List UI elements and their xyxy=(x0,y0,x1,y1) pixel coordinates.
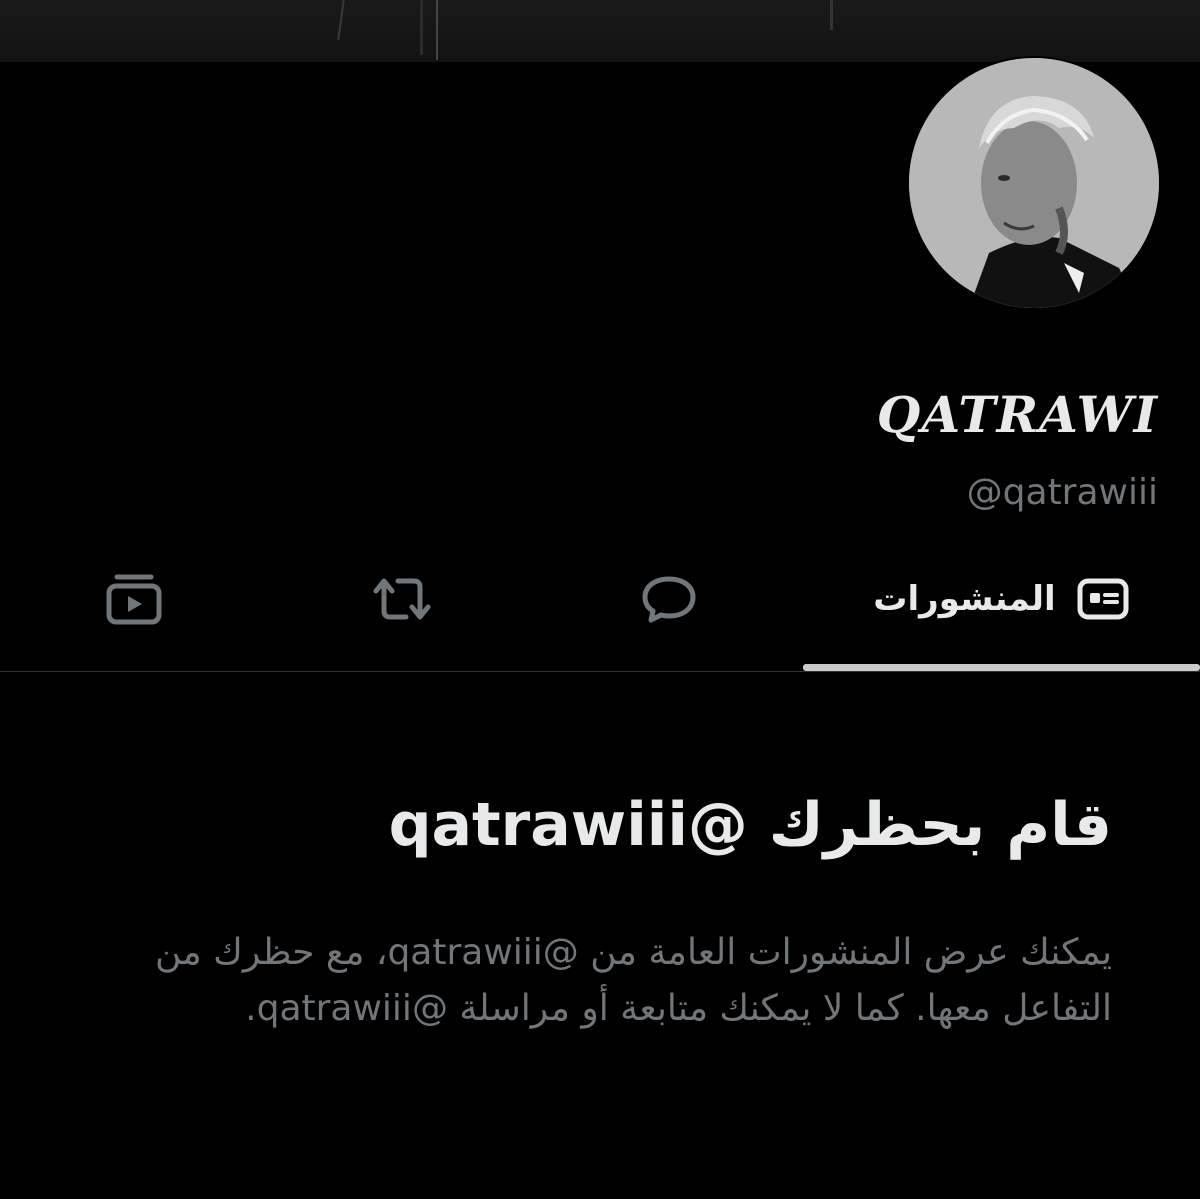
handle: @qatrawiii xyxy=(967,472,1158,513)
tab-reposts[interactable] xyxy=(268,540,535,658)
tabs-divider xyxy=(0,671,1200,672)
banner-decoration xyxy=(337,0,345,40)
tab-posts-label: المنشورات xyxy=(873,579,1055,619)
repost-icon xyxy=(370,573,434,625)
replies-icon xyxy=(640,573,698,625)
avatar-container xyxy=(902,70,1166,278)
posts-icon xyxy=(1076,575,1130,623)
avatar[interactable] xyxy=(907,56,1161,310)
banner-decoration xyxy=(436,0,438,60)
active-tab-indicator xyxy=(803,664,1200,671)
tab-replies[interactable] xyxy=(535,540,803,658)
profile-photo xyxy=(909,58,1159,308)
banner-decoration xyxy=(830,0,833,30)
blocked-description: يمكنك عرض المنشورات العامة من @qatrawiii… xyxy=(112,925,1112,1037)
media-icon xyxy=(105,572,163,626)
banner-decoration xyxy=(420,0,423,55)
display-name: QATRAWI xyxy=(877,385,1158,444)
tab-media[interactable] xyxy=(0,540,268,658)
tab-posts[interactable]: المنشورات xyxy=(803,540,1200,658)
blocked-title: قام بحظرك @qatrawiii xyxy=(389,790,1112,860)
profile-banner[interactable] xyxy=(0,0,1200,62)
profile-tabs: المنشورات xyxy=(0,540,1200,672)
